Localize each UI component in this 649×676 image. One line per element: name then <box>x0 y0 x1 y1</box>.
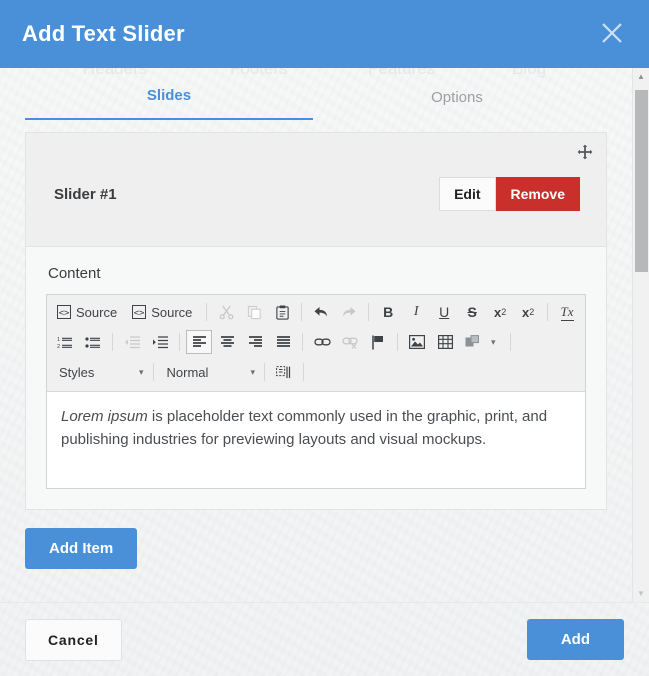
editor-toolbar-row-2: 12 ▾ <box>51 327 581 357</box>
edit-button[interactable]: Edit <box>439 177 496 211</box>
cancel-button[interactable]: Cancel <box>25 618 122 661</box>
align-justify-icon[interactable] <box>270 330 296 354</box>
modal-tabs: Slides Options <box>25 68 607 120</box>
indent-icon[interactable] <box>147 330 173 354</box>
scissors-icon[interactable] <box>213 300 239 324</box>
toolbar-separator <box>301 303 303 321</box>
svg-text:2: 2 <box>57 344 60 350</box>
toolbar-separator <box>368 303 370 321</box>
source-code-icon-2[interactable]: <> Source <box>127 300 200 324</box>
underline-icon[interactable]: U <box>431 300 457 324</box>
modal-scrollbar[interactable]: ▲ ▼ <box>632 68 649 602</box>
remove-button[interactable]: Remove <box>495 177 580 211</box>
toolbar-separator <box>397 333 398 351</box>
flag-anchor-icon[interactable] <box>365 330 391 354</box>
add-button[interactable]: Add <box>526 619 624 660</box>
outdent-icon[interactable] <box>119 330 145 354</box>
styles-dropdown-label: Styles <box>59 364 95 380</box>
toolbar-separator <box>179 333 180 351</box>
underline-glyph: U <box>439 304 450 320</box>
modal-body: Slides Options Slider #1 Edit Remove Con… <box>0 68 649 602</box>
source-button-2-label: Source <box>151 304 193 320</box>
add-text-slider-modal: Add Text Slider Slides Options Slider #1… <box>0 0 649 676</box>
scrollbar-up-arrow-icon[interactable]: ▲ <box>633 68 649 85</box>
link-icon[interactable] <box>309 330 335 354</box>
numbered-list-icon[interactable]: 12 <box>52 330 78 354</box>
slide-item-row: Slider #1 Edit Remove <box>26 176 606 212</box>
bold-icon[interactable]: B <box>375 300 401 324</box>
add-item-bar: Add Item <box>25 510 607 587</box>
toolbar-separator <box>264 363 266 381</box>
toolbar-separator <box>206 303 208 321</box>
unlink-icon[interactable] <box>337 330 363 354</box>
remove-format-icon[interactable]: Tx <box>554 300 580 324</box>
slides-list: Slider #1 Edit Remove Content <> Source … <box>25 132 607 510</box>
italic-icon[interactable]: I <box>403 300 429 324</box>
styles-dropdown-arrow-icon: ▾ <box>139 366 144 377</box>
svg-text:<>: <> <box>134 309 145 319</box>
strikethrough-glyph: S <box>467 304 477 320</box>
tab-options[interactable]: Options <box>313 89 601 120</box>
toolbar-separator <box>152 363 154 381</box>
editor-toolbar-row-1: <> Source <> Source B I U S x 2 x 2 Tx <box>51 297 581 327</box>
subscript-icon[interactable]: x2 <box>487 300 513 324</box>
modal-scroll-content: Slides Options Slider #1 Edit Remove Con… <box>0 68 632 602</box>
superscript-glyph: x <box>521 304 530 320</box>
bold-glyph: B <box>383 304 394 320</box>
format-dropdown-arrow-icon: ▾ <box>250 366 256 377</box>
italic-glyph: I <box>413 304 419 319</box>
superscript-icon[interactable]: x2 <box>515 300 541 324</box>
rich-text-editor: <> Source <> Source B I U S x 2 x 2 Tx 1… <box>46 294 586 489</box>
source-button-1-label: Source <box>76 304 118 320</box>
slide-item-card: Slider #1 Edit Remove <box>25 132 607 246</box>
undo-arrow-icon[interactable] <box>308 300 334 324</box>
scrollbar-thumb[interactable] <box>635 90 648 272</box>
editor-text-italic: Lorem ipsum <box>61 408 148 425</box>
bulleted-list-icon[interactable] <box>80 330 106 354</box>
toolbar-separator <box>303 363 305 381</box>
templates-dropdown-arrow-icon: ▾ <box>491 336 496 347</box>
toolbar-separator <box>509 333 511 351</box>
redo-arrow-icon[interactable] <box>336 300 362 324</box>
editor-content-area[interactable]: Lorem ipsum is placeholder text commonly… <box>47 392 585 488</box>
modal-title: Add Text Slider <box>22 21 185 46</box>
show-blocks-icon[interactable] <box>271 360 297 384</box>
clipboard-icon[interactable] <box>269 300 295 324</box>
close-icon[interactable] <box>589 10 635 56</box>
modal-footer: Cancel Add <box>0 602 649 676</box>
tab-slides[interactable]: Slides <box>25 87 313 120</box>
add-item-button[interactable]: Add Item <box>25 528 138 569</box>
subscript-glyph: x <box>493 304 502 320</box>
align-center-icon[interactable] <box>214 330 240 354</box>
toolbar-separator <box>302 333 303 351</box>
source-code-icon[interactable]: <> Source <box>52 300 125 324</box>
copy-icon[interactable] <box>241 300 267 324</box>
format-dropdown-label: Normal <box>166 364 209 380</box>
image-icon[interactable] <box>404 330 430 354</box>
scrollbar-down-arrow-icon[interactable]: ▼ <box>633 585 649 602</box>
slide-item-label: Slider #1 <box>54 185 117 203</box>
styles-dropdown[interactable]: Styles ▾ <box>51 360 148 384</box>
templates-icon[interactable]: ▾ <box>460 330 504 354</box>
svg-text:1: 1 <box>57 337 60 343</box>
move-handle-icon[interactable] <box>574 141 596 163</box>
table-icon[interactable] <box>432 330 458 354</box>
strikethrough-icon[interactable]: S <box>459 300 485 324</box>
align-right-icon[interactable] <box>242 330 268 354</box>
content-panel: Content <> Source <> Source B I U S x 2 … <box>25 246 607 510</box>
toolbar-separator <box>112 333 113 351</box>
content-label: Content <box>48 265 101 282</box>
editor-toolbar: <> Source <> Source B I U S x 2 x 2 Tx 1… <box>47 295 585 392</box>
svg-text:<>: <> <box>59 309 70 319</box>
remove-format-glyph: Tx <box>560 303 574 321</box>
align-left-icon[interactable] <box>186 330 212 354</box>
modal-header: Add Text Slider <box>0 0 649 68</box>
toolbar-separator <box>547 303 549 321</box>
editor-toolbar-row-3: Styles ▾ Normal ▾ <box>51 357 581 387</box>
format-dropdown[interactable]: Normal ▾ <box>159 360 260 384</box>
